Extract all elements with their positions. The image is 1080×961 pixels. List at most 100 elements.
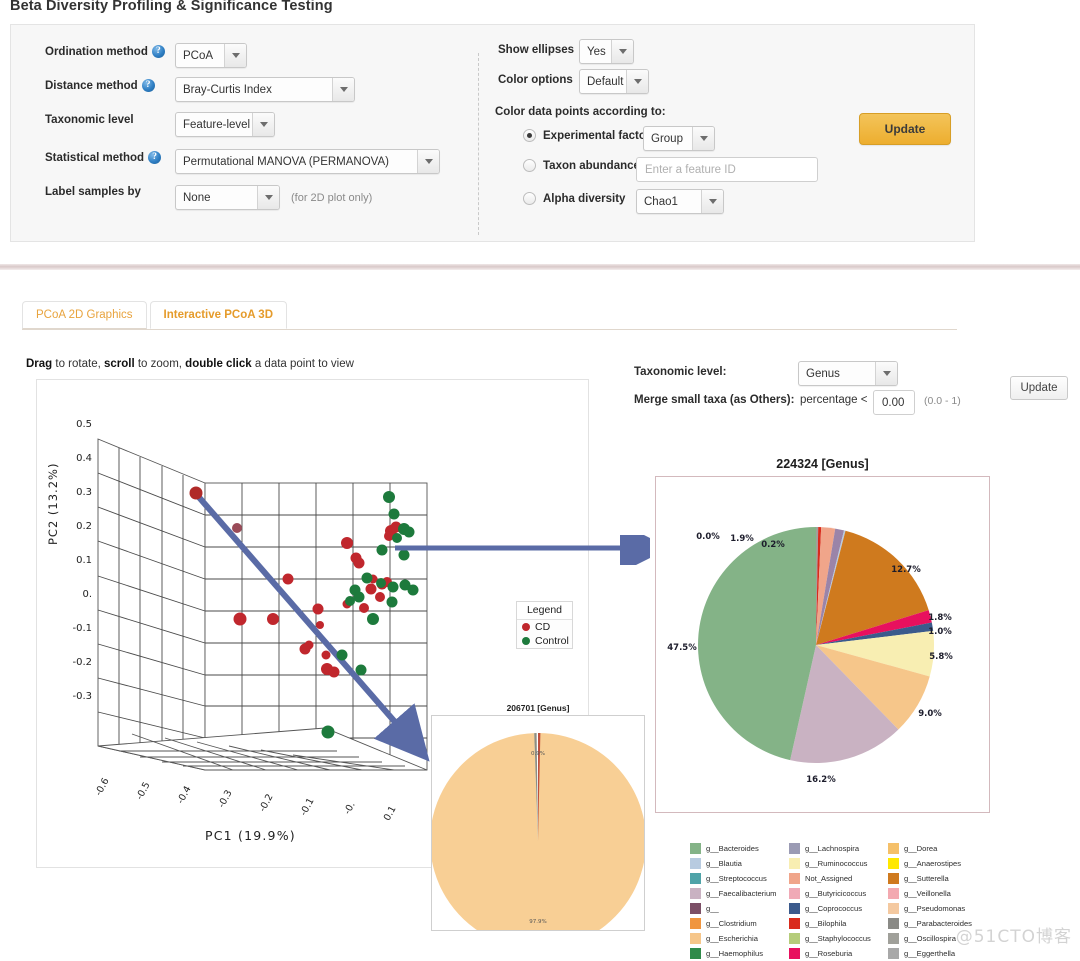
chevron-down-icon[interactable] — [626, 70, 648, 93]
taxa-legend-item: g__Dorea — [888, 841, 998, 856]
svg-text:97.9%: 97.9% — [529, 919, 546, 925]
taxon-update-button[interactable]: Update — [1010, 376, 1068, 400]
taxa-color-swatch — [888, 903, 899, 914]
taxonomic-level-select[interactable]: Feature-level — [175, 112, 275, 137]
taxa-legend-item: g__Eggerthella — [888, 946, 998, 961]
tab-interactive-pcoa-3d[interactable]: Interactive PCoA 3D — [149, 301, 288, 329]
taxa-legend-item: g__Streptococcus — [690, 871, 783, 886]
radio-indicator[interactable] — [523, 159, 536, 172]
taxa-color-swatch — [789, 933, 800, 944]
chevron-down-icon[interactable] — [875, 362, 897, 385]
radio-taxon-abundance[interactable]: Taxon abundance — [523, 159, 640, 172]
taxa-color-swatch — [690, 903, 701, 914]
taxa-label: g__Veillonella — [904, 889, 951, 898]
pie-chart-224324[interactable]: 0.0% 1.9% 0.2% 12.7% 1.8% 1.0% 5.8% 9.0%… — [655, 476, 990, 813]
radio-experimental-factor[interactable]: Experimental factor — [523, 129, 650, 142]
chevron-down-icon[interactable] — [692, 127, 714, 150]
svg-text:0.2: 0.2 — [76, 521, 92, 532]
help-icon[interactable]: ? — [141, 79, 155, 92]
taxonomic-level-ctrl-value: Genus — [806, 367, 840, 380]
chevron-down-icon[interactable] — [332, 78, 354, 101]
chevron-down-icon[interactable] — [252, 113, 274, 136]
show-ellipses-select[interactable]: Yes — [579, 39, 634, 64]
svg-text:-0.3: -0.3 — [216, 788, 234, 810]
pie-small-title: 206701 [Genus] — [506, 703, 570, 713]
label-samples-select[interactable]: None — [175, 185, 280, 210]
cd-color-dot — [522, 623, 530, 631]
svg-text:5.8%: 5.8% — [929, 652, 953, 662]
taxa-legend-item: g__Faecalibacterium — [690, 886, 783, 901]
hint-t1: to rotate, — [52, 358, 104, 370]
pie-chart-206701[interactable]: 206701 [Genus] 0.9% 97.9% — [430, 703, 647, 949]
section-divider — [0, 264, 1080, 270]
taxa-legend-item: g__ — [690, 901, 783, 916]
taxa-color-swatch — [789, 858, 800, 869]
chevron-down-icon[interactable] — [417, 150, 439, 173]
help-icon[interactable]: ? — [151, 45, 165, 58]
taxa-label: g__Sutterella — [904, 874, 949, 883]
statistical-method-select[interactable]: Permutational MANOVA (PERMANOVA) — [175, 149, 440, 174]
help-icon[interactable]: ? — [148, 151, 162, 164]
distance-method-select[interactable]: Bray-Curtis Index — [175, 77, 355, 102]
distance-method-value: Bray-Curtis Index — [183, 83, 272, 96]
radio-alpha-diversity[interactable]: Alpha diversity — [523, 192, 625, 205]
page-title: Beta Diversity Profiling & Significance … — [10, 0, 333, 14]
svg-text:16.2%: 16.2% — [806, 775, 836, 785]
taxa-color-swatch — [789, 948, 800, 959]
radio-indicator[interactable] — [523, 192, 536, 205]
taxa-color-swatch — [888, 933, 899, 944]
chevron-down-icon[interactable] — [257, 186, 279, 209]
color-options-select[interactable]: Default — [579, 69, 649, 94]
radio-indicator[interactable] — [523, 129, 536, 142]
tab-pcoa-2d[interactable]: PCoA 2D Graphics — [22, 301, 147, 329]
svg-text:-0.4: -0.4 — [175, 784, 193, 806]
taxa-color-swatch — [690, 873, 701, 884]
chevron-down-icon[interactable] — [701, 190, 723, 213]
taxa-label: g__Bilophila — [805, 919, 847, 928]
show-ellipses-row: Show ellipses — [498, 44, 574, 56]
taxa-legend-item: g__Staphylococcus — [789, 931, 882, 946]
alpha-diversity-value: Chao1 — [644, 195, 678, 208]
taxa-legend-item: g__Coprococcus — [789, 901, 882, 916]
taxa-label: g__Blautia — [706, 859, 742, 868]
percentage-input[interactable] — [873, 390, 915, 415]
taxa-color-swatch — [690, 933, 701, 944]
taxa-legend-item: g__Escherichia — [690, 931, 783, 946]
label-samples-hint: (for 2D plot only) — [291, 192, 373, 204]
taxa-color-swatch — [789, 843, 800, 854]
statistical-method-label: Statistical method — [45, 151, 145, 164]
taxa-label: g__Eggerthella — [904, 949, 956, 958]
label-samples-row: Label samples by — [45, 186, 141, 198]
pie-big-title: 224324 [Genus] — [776, 457, 869, 471]
taxa-color-swatch — [789, 873, 800, 884]
taxa-label: g__Pseudomonas — [904, 904, 966, 913]
taxa-label: g__Bacteroides — [706, 844, 759, 853]
merge-taxa-label: Merge small taxa (as Others): — [634, 394, 795, 406]
taxa-label: g__Butyricicoccus — [805, 889, 867, 898]
alpha-diversity-select[interactable]: Chao1 — [636, 189, 724, 214]
experimental-factor-label: Experimental factor — [543, 129, 651, 142]
pcoa-legend-item-control: Control — [517, 634, 572, 648]
hint-t3: a data point to view — [251, 358, 354, 370]
control-color-dot — [522, 637, 530, 645]
taxa-legend-item: g__Pseudomonas — [888, 901, 998, 916]
taxa-label: g__Oscillospira — [904, 934, 956, 943]
taxonomic-level-value: Feature-level — [183, 118, 251, 131]
hint-t2: to zoom, — [134, 358, 186, 370]
svg-text:0.: 0. — [82, 589, 92, 600]
taxa-legend-item: g__Parabacteroides — [888, 916, 998, 931]
taxa-legend-item: g__Veillonella — [888, 886, 998, 901]
ordination-method-select[interactable]: PCoA — [175, 43, 247, 68]
chevron-down-icon[interactable] — [611, 40, 633, 63]
feature-id-input[interactable] — [636, 157, 818, 182]
chevron-down-icon[interactable] — [224, 44, 246, 67]
taxa-legend-item: g__Bacteroides — [690, 841, 783, 856]
svg-text:0.9%: 0.9% — [531, 751, 545, 757]
taxonomic-level-ctrl-select[interactable]: Genus — [798, 361, 898, 386]
taxa-color-swatch — [888, 858, 899, 869]
experimental-factor-select[interactable]: Group — [643, 126, 715, 151]
update-button[interactable]: Update — [859, 113, 951, 145]
pcoa-legend: Legend CD Control — [516, 601, 573, 649]
taxonomic-level-ctrl-row: Taxonomic level: — [634, 366, 726, 378]
svg-text:-0.2: -0.2 — [257, 792, 275, 814]
